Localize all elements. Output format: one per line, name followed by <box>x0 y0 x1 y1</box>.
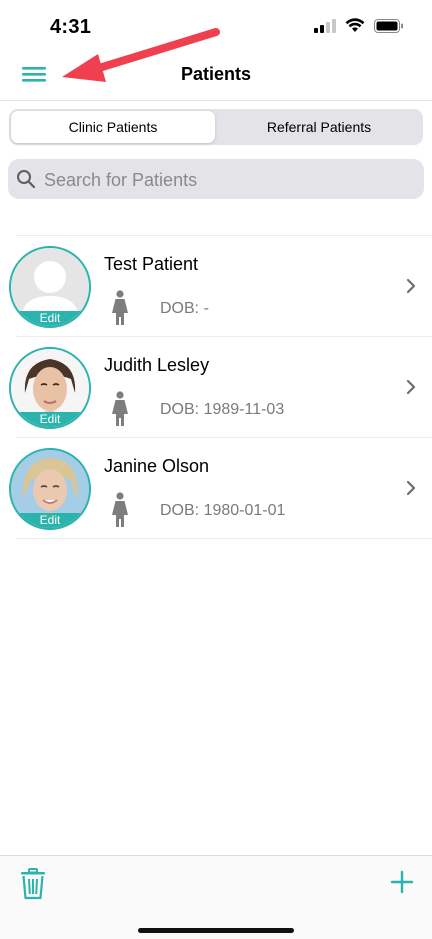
chevron-right-icon <box>406 480 416 496</box>
female-gender-icon <box>112 492 128 527</box>
bottom-toolbar <box>0 855 432 939</box>
avatar-edit-label[interactable]: Edit <box>11 412 89 427</box>
patient-row[interactable]: Edit Judith Lesley DOB: 1989-11-03 <box>9 337 432 438</box>
search-icon <box>17 170 36 189</box>
patient-dob: DOB: - <box>160 300 209 317</box>
patient-avatar[interactable]: Edit <box>9 246 91 328</box>
wifi-icon <box>345 18 365 32</box>
delete-button[interactable] <box>20 868 46 905</box>
avatar-edit-label[interactable]: Edit <box>11 513 89 528</box>
patient-row[interactable]: Edit Janine Olson DOB: 1980-01-01 <box>9 438 432 539</box>
chevron-right-icon <box>406 278 416 294</box>
chevron-right-icon <box>406 379 416 395</box>
patient-dob: DOB: 1980-01-01 <box>160 502 286 519</box>
annotation-arrow-icon <box>62 28 220 82</box>
home-indicator[interactable] <box>138 928 294 933</box>
patient-type-segmented-control: Clinic Patients Referral Patients <box>9 109 423 145</box>
search-bar <box>8 159 424 201</box>
trash-icon <box>21 868 45 900</box>
patient-row[interactable]: Edit Test Patient DOB: - <box>9 236 432 337</box>
patient-dob: DOB: 1989-11-03 <box>160 401 285 418</box>
avatar-edit-label[interactable]: Edit <box>11 311 89 326</box>
patient-avatar[interactable]: Edit <box>9 347 91 429</box>
plus-icon <box>390 870 414 894</box>
patients-screen: 4:31 Patients Clinic Patients Referral P… <box>0 0 432 939</box>
patient-name: Test Patient <box>104 254 199 274</box>
tab-clinic-patients[interactable]: Clinic Patients <box>11 111 215 143</box>
add-patient-button[interactable] <box>390 870 414 899</box>
patient-name: Janine Olson <box>104 456 210 476</box>
female-gender-icon <box>112 391 128 426</box>
search-input[interactable] <box>42 159 406 201</box>
status-icons <box>314 18 404 33</box>
patient-name: Judith Lesley <box>104 355 210 375</box>
patient-list: Edit Test Patient DOB: - Edit Judith Les… <box>9 235 432 539</box>
battery-icon <box>374 18 403 33</box>
cellular-signal-icon <box>314 18 336 33</box>
female-gender-icon <box>112 290 128 325</box>
tab-referral-patients[interactable]: Referral Patients <box>217 111 421 143</box>
patient-avatar[interactable]: Edit <box>9 448 91 530</box>
